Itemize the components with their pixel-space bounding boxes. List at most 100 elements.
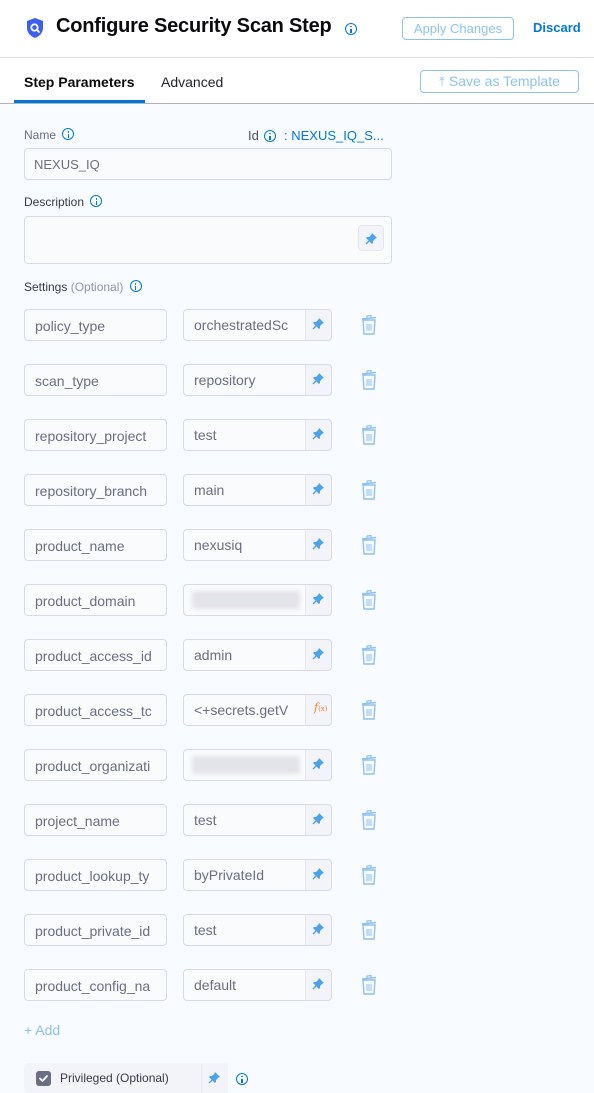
setting-value-input[interactable] bbox=[184, 585, 306, 615]
save-as-template-button[interactable]: ⤒ Save as Template bbox=[420, 70, 579, 93]
setting-value-input[interactable]: test bbox=[184, 805, 306, 835]
setting-key-input[interactable]: product_private_id bbox=[24, 914, 167, 946]
delete-setting-button[interactable] bbox=[360, 754, 378, 781]
redacted-value bbox=[192, 756, 300, 774]
setting-value-group bbox=[183, 749, 332, 781]
setting-value-input[interactable]: byPrivateId bbox=[184, 860, 306, 890]
delete-setting-button[interactable] bbox=[360, 424, 378, 451]
setting-key-input[interactable]: product_domain bbox=[24, 584, 167, 616]
pin-icon bbox=[312, 593, 324, 605]
pin-button[interactable] bbox=[306, 970, 332, 1000]
info-icon[interactable] bbox=[345, 23, 357, 35]
setting-key-input[interactable]: scan_type bbox=[24, 364, 167, 396]
setting-row: product_lookup_ty byPrivateId bbox=[0, 859, 594, 891]
setting-key-input[interactable]: product_access_tc bbox=[24, 694, 167, 726]
setting-value-input[interactable]: test bbox=[184, 915, 306, 945]
setting-key-input[interactable]: repository_branch bbox=[24, 474, 167, 506]
setting-value-input[interactable]: <+secrets.getV bbox=[184, 695, 306, 725]
setting-key-input[interactable]: policy_type bbox=[24, 309, 167, 341]
pin-button[interactable] bbox=[306, 915, 332, 945]
setting-key-input[interactable]: product_config_na bbox=[24, 969, 167, 1001]
setting-value-group: test bbox=[183, 419, 332, 451]
delete-setting-button[interactable] bbox=[360, 974, 378, 1001]
discard-button[interactable]: Discard bbox=[533, 20, 581, 35]
info-icon[interactable] bbox=[90, 195, 103, 208]
delete-setting-button[interactable] bbox=[360, 314, 378, 341]
redacted-value bbox=[192, 591, 300, 609]
delete-setting-button[interactable] bbox=[360, 644, 378, 671]
pin-icon bbox=[312, 318, 324, 330]
pin-button[interactable] bbox=[306, 860, 332, 890]
delete-setting-button[interactable] bbox=[360, 864, 378, 891]
delete-setting-button[interactable] bbox=[360, 534, 378, 561]
setting-value-input[interactable]: test bbox=[184, 420, 306, 450]
pin-button[interactable] bbox=[306, 805, 332, 835]
pin-icon bbox=[208, 1072, 220, 1084]
delete-setting-button[interactable] bbox=[360, 809, 378, 836]
setting-key-input[interactable]: product_access_id bbox=[24, 639, 167, 671]
setting-row: policy_type orchestratedSc bbox=[0, 309, 594, 341]
info-icon[interactable] bbox=[264, 130, 276, 142]
setting-row: product_organizati bbox=[0, 749, 594, 781]
setting-key-input[interactable]: repository_project bbox=[24, 419, 167, 451]
trash-icon bbox=[361, 809, 377, 830]
pin-button[interactable] bbox=[306, 585, 332, 615]
delete-setting-button[interactable] bbox=[360, 919, 378, 946]
info-icon[interactable] bbox=[129, 280, 142, 293]
trash-icon bbox=[361, 424, 377, 445]
name-input[interactable]: NEXUS_IQ bbox=[24, 148, 392, 180]
apply-changes-button[interactable]: Apply Changes bbox=[402, 17, 514, 40]
setting-key-input[interactable]: product_organizati bbox=[24, 749, 167, 781]
setting-value-group: orchestratedSc bbox=[183, 309, 332, 341]
setting-key-input[interactable]: project_name bbox=[24, 804, 167, 836]
delete-setting-button[interactable] bbox=[360, 479, 378, 506]
settings-label: Settings (Optional) bbox=[24, 280, 142, 294]
setting-key-input[interactable]: product_lookup_ty bbox=[24, 859, 167, 891]
setting-row: product_access_id admin bbox=[0, 639, 594, 671]
trash-icon bbox=[361, 534, 377, 555]
setting-value-input[interactable]: orchestratedSc bbox=[184, 310, 306, 340]
pin-button[interactable] bbox=[358, 225, 384, 251]
description-input[interactable] bbox=[24, 216, 392, 264]
pin-icon bbox=[312, 483, 324, 495]
expression-button[interactable]: f(x) bbox=[306, 695, 332, 725]
delete-setting-button[interactable] bbox=[360, 589, 378, 616]
info-icon[interactable] bbox=[236, 1073, 248, 1085]
step-header: Configure Security Scan Step Apply Chang… bbox=[0, 0, 594, 58]
pin-button[interactable] bbox=[306, 475, 332, 505]
add-setting-button[interactable]: + Add bbox=[24, 1022, 60, 1038]
setting-row: project_name test bbox=[0, 804, 594, 836]
pin-icon bbox=[312, 538, 324, 550]
pin-icon bbox=[312, 868, 324, 880]
setting-value-input[interactable]: main bbox=[184, 475, 306, 505]
setting-key-input[interactable]: product_name bbox=[24, 529, 167, 561]
pin-button[interactable] bbox=[306, 530, 332, 560]
pin-button[interactable] bbox=[306, 750, 332, 780]
pin-icon bbox=[365, 233, 377, 245]
id-value-link[interactable]: : NEXUS_IQ_S... bbox=[284, 128, 384, 143]
privileged-checkbox-container[interactable]: Privileged (Optional) bbox=[24, 1063, 202, 1093]
pin-icon bbox=[312, 648, 324, 660]
id-label: Id bbox=[248, 128, 259, 143]
delete-setting-button[interactable] bbox=[360, 699, 378, 726]
tab-step-parameters[interactable]: Step Parameters bbox=[24, 74, 135, 90]
setting-value-input[interactable]: nexusiq bbox=[184, 530, 306, 560]
privileged-checkbox[interactable] bbox=[36, 1071, 51, 1086]
delete-setting-button[interactable] bbox=[360, 369, 378, 396]
name-label: Name bbox=[24, 128, 75, 142]
info-icon[interactable] bbox=[62, 128, 75, 141]
setting-value-input[interactable]: repository bbox=[184, 365, 306, 395]
setting-value-input[interactable]: admin bbox=[184, 640, 306, 670]
page-title: Configure Security Scan Step bbox=[56, 15, 332, 37]
setting-value-input[interactable] bbox=[184, 750, 306, 780]
tab-advanced[interactable]: Advanced bbox=[161, 74, 223, 90]
save-as-template-label: Save as Template bbox=[448, 73, 560, 89]
setting-value-group: default bbox=[183, 969, 332, 1001]
pin-button[interactable] bbox=[306, 420, 332, 450]
pin-button[interactable] bbox=[306, 640, 332, 670]
setting-value-input[interactable]: default bbox=[184, 970, 306, 1000]
pin-button[interactable] bbox=[202, 1063, 228, 1093]
trash-icon bbox=[361, 754, 377, 775]
pin-button[interactable] bbox=[306, 365, 332, 395]
pin-button[interactable] bbox=[306, 310, 332, 340]
